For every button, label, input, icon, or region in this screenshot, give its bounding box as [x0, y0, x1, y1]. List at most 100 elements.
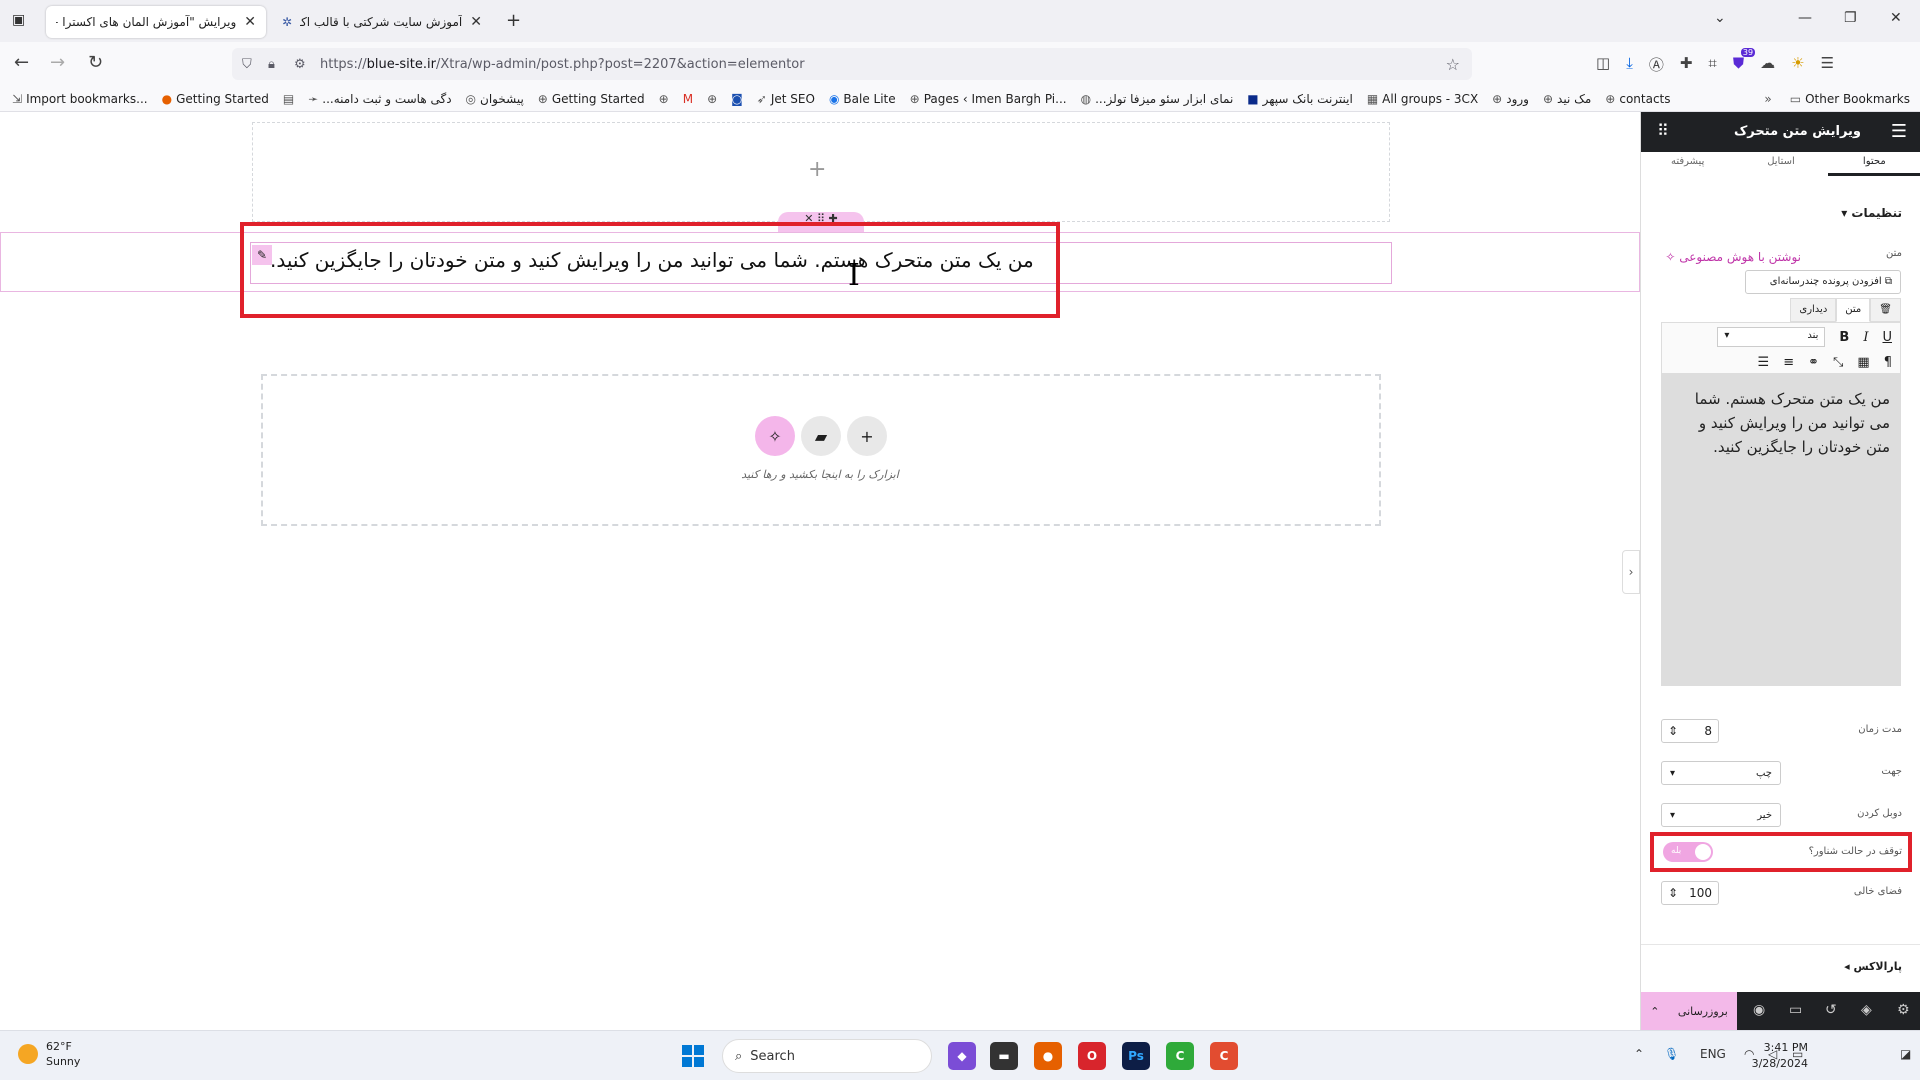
- camtasia-recorder-icon[interactable]: C: [1210, 1042, 1238, 1070]
- bookmark-item[interactable]: ◙: [731, 92, 743, 106]
- close-icon[interactable]: ✕: [470, 14, 482, 30]
- parallax-section-header[interactable]: پارالاکس ◂: [1844, 960, 1902, 973]
- back-icon[interactable]: ←: [14, 52, 29, 73]
- menu-icon[interactable]: ☰: [1821, 54, 1834, 75]
- opera-icon[interactable]: O: [1078, 1042, 1106, 1070]
- sun-extension-icon[interactable]: ☀: [1791, 54, 1804, 75]
- bookmark-item[interactable]: ■ اینترنت بانک سپهر: [1247, 92, 1353, 106]
- stepper-icon[interactable]: ⇕: [1668, 886, 1678, 900]
- ai-sparkle-button[interactable]: ✧: [755, 416, 795, 456]
- address-bar[interactable]: ⛉ 🔒︎ ⚙ https://blue-site.ir/Xtra/wp-admi…: [232, 48, 1472, 80]
- star-icon[interactable]: ☆: [1446, 55, 1460, 74]
- stepper-icon[interactable]: ⇕: [1668, 724, 1678, 738]
- add-section-icon[interactable]: +: [808, 157, 826, 182]
- widgets-grid-icon[interactable]: ⠿: [1657, 121, 1669, 140]
- tab-tutorial[interactable]: ✲ آموزش سایت شرکتی با قالب اکس ✕: [272, 6, 492, 38]
- permissions-icon[interactable]: ⚙: [294, 57, 306, 72]
- crop-icon[interactable]: ⌗: [1708, 54, 1716, 75]
- chevron-down-icon[interactable]: ⌄: [1714, 10, 1726, 26]
- bookmark-item[interactable]: ➶ Jet SEO: [757, 92, 815, 106]
- underline-icon[interactable]: U: [1882, 330, 1892, 345]
- close-window-icon[interactable]: ✕: [1890, 10, 1902, 26]
- add-media-button[interactable]: ⧉ افزودن پرونده چندرسانه‌ای: [1745, 270, 1901, 294]
- extensions-icon[interactable]: ✚: [1680, 54, 1693, 75]
- windows-start-icon[interactable]: [682, 1045, 704, 1067]
- chevron-up-icon[interactable]: ⌃: [1650, 1005, 1659, 1018]
- history-icon[interactable]: ↺: [1825, 1002, 1837, 1018]
- editor-tab-text[interactable]: متن: [1836, 298, 1871, 322]
- pocket-icon[interactable]: ◫: [1596, 54, 1610, 75]
- bookmark-item[interactable]: ⊕ Getting Started: [538, 92, 645, 106]
- bookmark-item[interactable]: ◎ پیشخوان: [466, 92, 524, 106]
- gap-input[interactable]: ⇕ 100: [1661, 881, 1719, 905]
- weather-widget[interactable]: 62°F Sunny: [18, 1039, 80, 1069]
- settings-section-header[interactable]: تنظیمات ▾: [1841, 206, 1902, 220]
- trash-icon[interactable]: 🗑︎: [1870, 298, 1901, 322]
- editor-tab-visual[interactable]: دیداری: [1790, 298, 1837, 322]
- bookmark-item[interactable]: M: [683, 92, 693, 106]
- new-tab-icon[interactable]: +: [506, 10, 521, 31]
- bookmark-item[interactable]: ◍ ...نمای ابزار سئو میزفا تولز: [1081, 92, 1234, 106]
- duration-input[interactable]: ⇕ 8: [1661, 719, 1719, 743]
- loop-select[interactable]: خیر ▾: [1661, 803, 1781, 827]
- empty-section[interactable]: +: [252, 122, 1390, 222]
- text-editor[interactable]: من یک متن متحرک هستم. شما می توانید من ر…: [1661, 374, 1901, 686]
- other-bookmarks[interactable]: » ▭ Other Bookmarks: [1764, 92, 1920, 106]
- language-indicator[interactable]: ENG: [1700, 1047, 1726, 1061]
- download-icon[interactable]: ⤓: [1626, 54, 1633, 75]
- update-button[interactable]: بروزرسانی ⌃: [1641, 992, 1737, 1030]
- bookmark-item[interactable]: ◉ Bale Lite: [829, 92, 896, 106]
- chevron-up-icon[interactable]: ⌃: [1634, 1047, 1644, 1061]
- shield-extension-icon[interactable]: ⛊ 39: [1733, 48, 1756, 75]
- tab-content[interactable]: محتوا: [1827, 152, 1920, 176]
- settings-icon[interactable]: ⚙: [1897, 1002, 1910, 1018]
- microphone-icon[interactable]: 🎙︎: [1664, 1047, 1679, 1061]
- file-explorer-icon[interactable]: ▬: [990, 1042, 1018, 1070]
- add-element-button[interactable]: +: [847, 416, 887, 456]
- tab-style[interactable]: استایل: [1734, 152, 1827, 176]
- italic-icon[interactable]: I: [1863, 330, 1868, 345]
- paragraph-rtl-icon[interactable]: ¶: [1884, 355, 1892, 370]
- responsive-icon[interactable]: ▭: [1789, 1002, 1802, 1018]
- bookmark-item[interactable]: ⇲ Import bookmarks...: [12, 92, 148, 106]
- bookmark-item[interactable]: ● Getting Started: [162, 92, 269, 106]
- firefox-icon[interactable]: ●: [1034, 1042, 1062, 1070]
- cloud-icon[interactable]: ☁: [1760, 54, 1775, 75]
- reload-icon[interactable]: ↻: [88, 52, 103, 73]
- hamburger-icon[interactable]: ☰: [1891, 121, 1907, 142]
- clock[interactable]: 3:41 PM 3/28/2024: [1752, 1040, 1808, 1072]
- copilot-icon[interactable]: ◆: [948, 1042, 976, 1070]
- numbered-list-icon[interactable]: ≡: [1783, 355, 1794, 370]
- restore-icon[interactable]: ❐: [1844, 10, 1857, 26]
- camtasia-icon[interactable]: C: [1166, 1042, 1194, 1070]
- bookmark-item[interactable]: ⊕: [707, 92, 717, 106]
- eye-icon[interactable]: ◉: [1753, 1002, 1765, 1018]
- bookmark-item[interactable]: ➛ ...دگی هاست و ثبت دامنه: [308, 92, 451, 106]
- navigator-icon[interactable]: ◈: [1861, 1002, 1872, 1018]
- link-icon[interactable]: ⚭: [1808, 355, 1819, 370]
- notification-icon[interactable]: ◪: [1900, 1047, 1911, 1061]
- collapse-panel-icon[interactable]: ›: [1622, 550, 1640, 594]
- toolbar-toggle-icon[interactable]: ▦: [1857, 355, 1869, 370]
- bookmark-item[interactable]: ⊕ ورود: [1492, 92, 1529, 106]
- bookmark-item[interactable]: ▤: [283, 92, 294, 106]
- close-icon[interactable]: ✕: [244, 14, 256, 30]
- ai-write-button[interactable]: نوشتن با هوش مصنوعی ✧: [1661, 250, 1801, 264]
- template-folder-button[interactable]: ▰: [801, 416, 841, 456]
- bookmark-item[interactable]: ⊕ مک نید: [1543, 92, 1591, 106]
- fullscreen-icon[interactable]: ⤡: [1833, 355, 1843, 370]
- direction-select[interactable]: چپ ▾: [1661, 761, 1781, 785]
- taskbar-search[interactable]: ⌕ Search: [722, 1039, 932, 1073]
- minimize-icon[interactable]: —: [1798, 10, 1812, 26]
- format-select[interactable]: بند ▾: [1717, 327, 1826, 347]
- bookmark-item[interactable]: ⊕ Pages ‹ Imen Bargh Pi...: [910, 92, 1067, 106]
- tab-elementor-editor[interactable]: ویرایش "آموزش المان های اکسترا – ما ✕: [46, 6, 266, 38]
- tab-advanced[interactable]: پیشرفته: [1641, 152, 1734, 176]
- bookmark-item[interactable]: ⊕ contacts: [1605, 92, 1670, 106]
- bullet-list-icon[interactable]: ☰: [1758, 355, 1770, 370]
- photoshop-icon[interactable]: Ps: [1122, 1042, 1150, 1070]
- forward-icon[interactable]: →: [50, 52, 65, 73]
- tab-list-icon[interactable]: ▣: [12, 12, 25, 28]
- bold-icon[interactable]: B: [1839, 330, 1849, 345]
- account-icon[interactable]: Ⓐ: [1649, 54, 1664, 75]
